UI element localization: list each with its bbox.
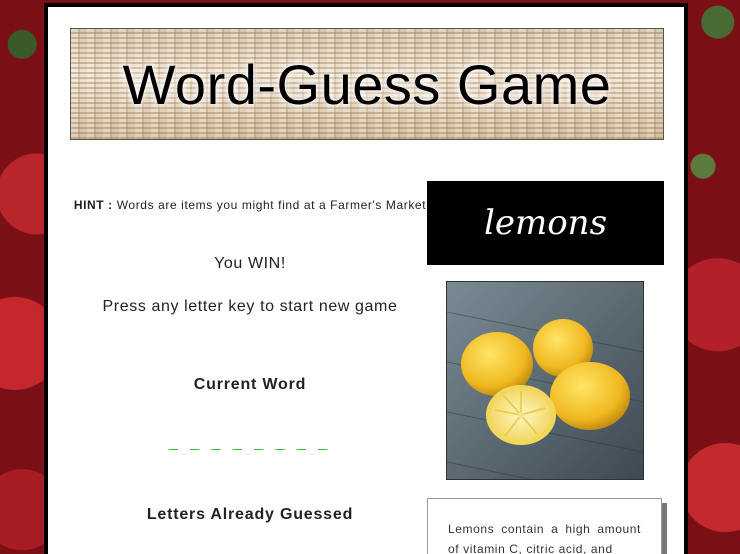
lemons-photo [446, 281, 644, 480]
current-word-label: Current Word [193, 376, 307, 393]
answer-box: lemons [427, 181, 664, 265]
fact-text: Lemons contain a high amount of vitamin … [448, 522, 641, 554]
letters-guessed-label: Letters Already Guessed [146, 506, 354, 523]
lemons-image [447, 282, 643, 479]
game-title: Word-Guess Game [122, 52, 612, 116]
hint: HINT : Words are items you might find at… [70, 193, 430, 241]
game-panel: Word-Guess Game HINT : Words are items y… [44, 3, 688, 554]
current-word-value: _ _ _ _ _ _ _ _ [168, 434, 332, 451]
hint-label: HINT : [73, 198, 113, 212]
hint-text: Words are items you might find at a Farm… [116, 198, 427, 212]
game-info-column: HINT : Words are items you might find at… [70, 177, 430, 524]
answer-word: lemons [483, 203, 608, 243]
fact-box: Lemons contain a high amount of vitamin … [427, 498, 662, 554]
restart-prompt: Press any letter key to start new game [102, 298, 398, 315]
title-banner: Word-Guess Game [70, 28, 664, 140]
game-result: You WIN! [214, 255, 286, 272]
